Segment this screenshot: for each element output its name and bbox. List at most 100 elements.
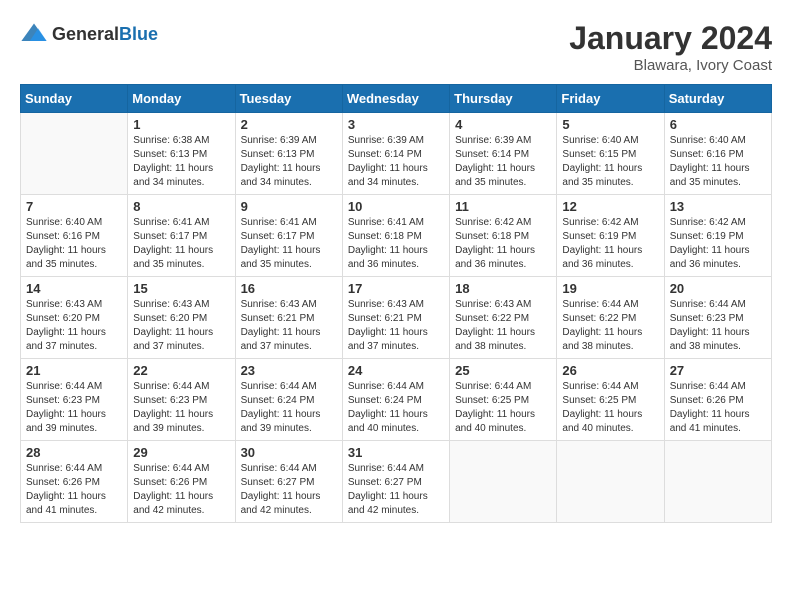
calendar-day-cell xyxy=(557,441,664,523)
day-info: Sunrise: 6:44 AMSunset: 6:26 PMDaylight:… xyxy=(670,380,766,436)
title-block: January 2024 Blawara, Ivory Coast xyxy=(569,20,772,74)
day-info: Sunrise: 6:44 AMSunset: 6:22 PMDaylight:… xyxy=(562,298,658,354)
calendar-day-cell xyxy=(664,441,771,523)
calendar-day-cell: 25 Sunrise: 6:44 AMSunset: 6:25 PMDayligh… xyxy=(450,359,557,441)
day-number: 25 xyxy=(455,363,551,378)
day-info: Sunrise: 6:44 AMSunset: 6:23 PMDaylight:… xyxy=(133,380,229,436)
day-number: 26 xyxy=(562,363,658,378)
day-info: Sunrise: 6:44 AMSunset: 6:26 PMDaylight:… xyxy=(26,462,122,518)
day-info: Sunrise: 6:42 AMSunset: 6:19 PMDaylight:… xyxy=(670,216,766,272)
day-info: Sunrise: 6:43 AMSunset: 6:22 PMDaylight:… xyxy=(455,298,551,354)
calendar-day-cell: 20Sunrise: 6:44 AMSunset: 6:23 PMDayligh… xyxy=(664,277,771,359)
calendar-day-cell: 6Sunrise: 6:40 AMSunset: 6:16 PMDaylight… xyxy=(664,113,771,195)
day-info: Sunrise: 6:39 AMSunset: 6:13 PMDaylight:… xyxy=(241,134,337,190)
day-info: Sunrise: 6:43 AMSunset: 6:20 PMDaylight:… xyxy=(26,298,122,354)
calendar-day-cell: 11 Sunrise: 6:42 AMSunset: 6:18 PMDayligh… xyxy=(450,195,557,277)
logo-blue-text: Blue xyxy=(119,24,158,44)
page-header: GeneralBlue January 2024 Blawara, Ivory … xyxy=(20,20,772,74)
month-year-title: January 2024 xyxy=(569,20,772,57)
day-number: 1 xyxy=(133,117,229,132)
day-number: 18 xyxy=(455,281,551,296)
day-number: 22 xyxy=(133,363,229,378)
calendar-day-cell: 27Sunrise: 6:44 AMSunset: 6:26 PMDayligh… xyxy=(664,359,771,441)
day-info: Sunrise: 6:40 AMSunset: 6:16 PMDaylight:… xyxy=(670,134,766,190)
day-number: 4 xyxy=(455,117,551,132)
calendar-day-cell xyxy=(21,113,128,195)
day-of-week-header: Sunday xyxy=(21,85,128,113)
calendar-day-cell: 1 Sunrise: 6:38 AMSunset: 6:13 PMDaylight… xyxy=(128,113,235,195)
day-number: 24 xyxy=(348,363,444,378)
day-info: Sunrise: 6:40 AMSunset: 6:16 PMDaylight:… xyxy=(26,216,122,272)
calendar-week-row: 7 Sunrise: 6:40 AMSunset: 6:16 PMDaylight… xyxy=(21,195,772,277)
logo-icon xyxy=(20,20,48,48)
calendar-day-cell: 26 Sunrise: 6:44 AMSunset: 6:25 PMDayligh… xyxy=(557,359,664,441)
calendar-day-cell: 31 Sunrise: 6:44 AMSunset: 6:27 PMDayligh… xyxy=(342,441,449,523)
calendar-day-cell: 22 Sunrise: 6:44 AMSunset: 6:23 PMDayligh… xyxy=(128,359,235,441)
day-number: 3 xyxy=(348,117,444,132)
day-info: Sunrise: 6:44 AMSunset: 6:26 PMDaylight:… xyxy=(133,462,229,518)
day-number: 14 xyxy=(26,281,122,296)
calendar-day-cell: 2 Sunrise: 6:39 AMSunset: 6:13 PMDaylight… xyxy=(235,113,342,195)
day-info: Sunrise: 6:44 AMSunset: 6:27 PMDaylight:… xyxy=(348,462,444,518)
day-info: Sunrise: 6:44 AMSunset: 6:24 PMDaylight:… xyxy=(241,380,337,436)
day-info: Sunrise: 6:44 AMSunset: 6:25 PMDaylight:… xyxy=(562,380,658,436)
day-number: 21 xyxy=(26,363,122,378)
calendar-day-cell: 15Sunrise: 6:43 AMSunset: 6:20 PMDayligh… xyxy=(128,277,235,359)
day-number: 10 xyxy=(348,199,444,214)
day-of-week-header: Wednesday xyxy=(342,85,449,113)
calendar-header-row: SundayMondayTuesdayWednesdayThursdayFrid… xyxy=(21,85,772,113)
day-number: 15 xyxy=(133,281,229,296)
calendar-day-cell: 23 Sunrise: 6:44 AMSunset: 6:24 PMDayligh… xyxy=(235,359,342,441)
calendar-week-row: 14 Sunrise: 6:43 AMSunset: 6:20 PMDayligh… xyxy=(21,277,772,359)
calendar-day-cell: 5Sunrise: 6:40 AMSunset: 6:15 PMDaylight… xyxy=(557,113,664,195)
calendar-day-cell: 30 Sunrise: 6:44 AMSunset: 6:27 PMDayligh… xyxy=(235,441,342,523)
logo: GeneralBlue xyxy=(20,20,158,48)
day-number: 7 xyxy=(26,199,122,214)
calendar-week-row: 28Sunrise: 6:44 AMSunset: 6:26 PMDayligh… xyxy=(21,441,772,523)
day-of-week-header: Monday xyxy=(128,85,235,113)
day-number: 9 xyxy=(241,199,337,214)
location-text: Blawara, Ivory Coast xyxy=(569,57,772,74)
calendar-day-cell: 21 Sunrise: 6:44 AMSunset: 6:23 PMDayligh… xyxy=(21,359,128,441)
day-info: Sunrise: 6:38 AMSunset: 6:13 PMDaylight:… xyxy=(133,134,229,190)
day-number: 11 xyxy=(455,199,551,214)
day-info: Sunrise: 6:39 AMSunset: 6:14 PMDaylight:… xyxy=(348,134,444,190)
calendar-day-cell: 3 Sunrise: 6:39 AMSunset: 6:14 PMDaylight… xyxy=(342,113,449,195)
day-number: 31 xyxy=(348,445,444,460)
calendar-day-cell: 17Sunrise: 6:43 AMSunset: 6:21 PMDayligh… xyxy=(342,277,449,359)
calendar-day-cell: 8Sunrise: 6:41 AMSunset: 6:17 PMDaylight… xyxy=(128,195,235,277)
day-number: 5 xyxy=(562,117,658,132)
day-info: Sunrise: 6:44 AMSunset: 6:23 PMDaylight:… xyxy=(26,380,122,436)
calendar-day-cell: 14 Sunrise: 6:43 AMSunset: 6:20 PMDayligh… xyxy=(21,277,128,359)
calendar-week-row: 21 Sunrise: 6:44 AMSunset: 6:23 PMDayligh… xyxy=(21,359,772,441)
day-info: Sunrise: 6:41 AMSunset: 6:17 PMDaylight:… xyxy=(241,216,337,272)
day-of-week-header: Friday xyxy=(557,85,664,113)
day-number: 8 xyxy=(133,199,229,214)
logo-general-text: General xyxy=(52,24,119,44)
calendar-day-cell: 19Sunrise: 6:44 AMSunset: 6:22 PMDayligh… xyxy=(557,277,664,359)
day-info: Sunrise: 6:42 AMSunset: 6:18 PMDaylight:… xyxy=(455,216,551,272)
calendar-day-cell: 28Sunrise: 6:44 AMSunset: 6:26 PMDayligh… xyxy=(21,441,128,523)
day-number: 30 xyxy=(241,445,337,460)
day-info: Sunrise: 6:42 AMSunset: 6:19 PMDaylight:… xyxy=(562,216,658,272)
day-info: Sunrise: 6:44 AMSunset: 6:25 PMDaylight:… xyxy=(455,380,551,436)
calendar-day-cell: 7 Sunrise: 6:40 AMSunset: 6:16 PMDaylight… xyxy=(21,195,128,277)
day-info: Sunrise: 6:43 AMSunset: 6:21 PMDaylight:… xyxy=(241,298,337,354)
calendar-day-cell: 10 Sunrise: 6:41 AMSunset: 6:18 PMDayligh… xyxy=(342,195,449,277)
day-number: 13 xyxy=(670,199,766,214)
day-info: Sunrise: 6:41 AMSunset: 6:18 PMDaylight:… xyxy=(348,216,444,272)
day-info: Sunrise: 6:43 AMSunset: 6:21 PMDaylight:… xyxy=(348,298,444,354)
day-number: 20 xyxy=(670,281,766,296)
calendar-day-cell: 12Sunrise: 6:42 AMSunset: 6:19 PMDayligh… xyxy=(557,195,664,277)
calendar-table: SundayMondayTuesdayWednesdayThursdayFrid… xyxy=(20,84,772,523)
day-number: 2 xyxy=(241,117,337,132)
calendar-day-cell: 4Sunrise: 6:39 AMSunset: 6:14 PMDaylight… xyxy=(450,113,557,195)
day-number: 16 xyxy=(241,281,337,296)
day-of-week-header: Tuesday xyxy=(235,85,342,113)
calendar-day-cell: 13 Sunrise: 6:42 AMSunset: 6:19 PMDayligh… xyxy=(664,195,771,277)
calendar-day-cell: 29Sunrise: 6:44 AMSunset: 6:26 PMDayligh… xyxy=(128,441,235,523)
calendar-day-cell: 9 Sunrise: 6:41 AMSunset: 6:17 PMDaylight… xyxy=(235,195,342,277)
day-number: 23 xyxy=(241,363,337,378)
calendar-week-row: 1 Sunrise: 6:38 AMSunset: 6:13 PMDaylight… xyxy=(21,113,772,195)
day-info: Sunrise: 6:44 AMSunset: 6:27 PMDaylight:… xyxy=(241,462,337,518)
